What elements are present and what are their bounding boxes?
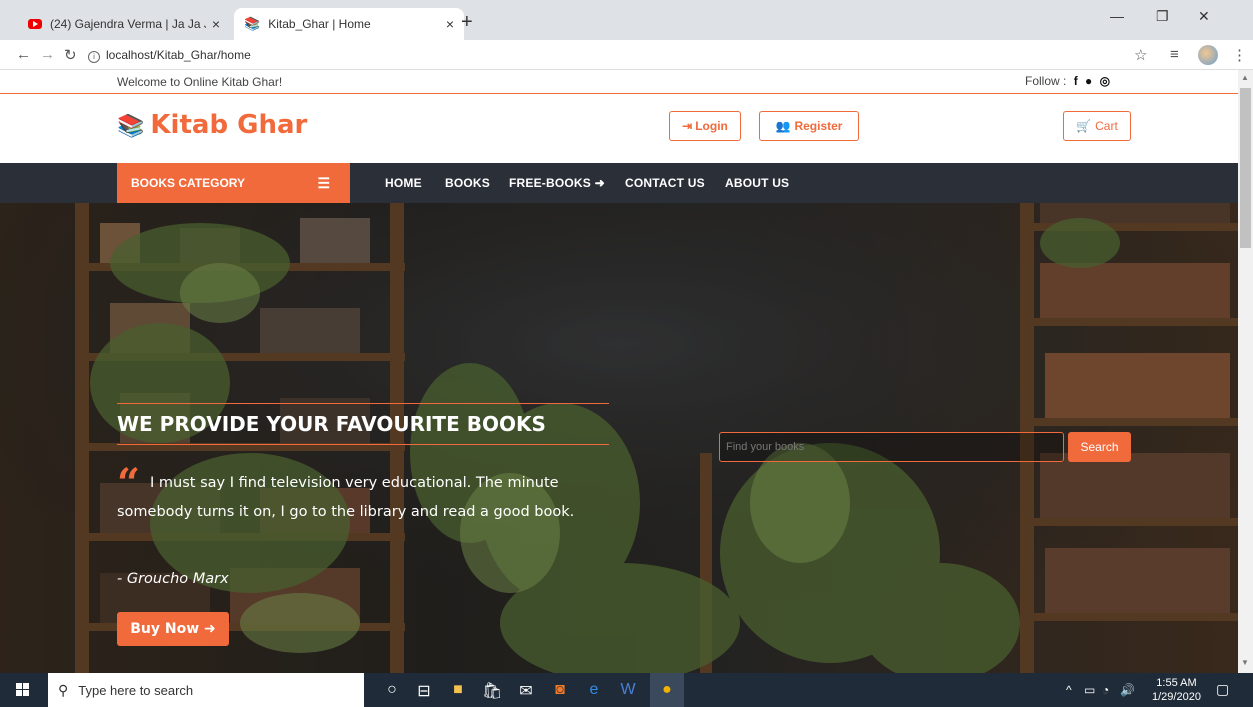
new-tab-button[interactable]: + xyxy=(461,12,473,32)
chrome-icon[interactable]: ● xyxy=(650,673,684,707)
web-page: Welcome to Online Kitab Ghar! Follow : f… xyxy=(0,70,1238,673)
register-label: Register xyxy=(794,119,843,133)
books-icon: 📚 xyxy=(117,114,145,139)
xampp-icon[interactable]: ◙ xyxy=(550,681,570,699)
book-search-input[interactable] xyxy=(719,432,1064,462)
taskbar-search-placeholder: Type here to search xyxy=(78,682,194,698)
screen: (24) Gajendra Verma | Ja Ja Ja | V × 📚 K… xyxy=(0,0,1253,707)
nav-about-us[interactable]: ABOUT US xyxy=(725,176,789,190)
minimize-icon[interactable]: — xyxy=(1110,8,1124,24)
address-bar: ← → ↻ i localhost/Kitab_Ghar/home ☆ ≡ ⋮ xyxy=(0,40,1253,70)
quote-block: “I must say I find television very educa… xyxy=(117,460,607,527)
cart-label: Cart xyxy=(1095,119,1118,133)
browser-tab-bar: (24) Gajendra Verma | Ja Ja Ja | V × 📚 K… xyxy=(0,0,1253,40)
list-icon: ☰ xyxy=(317,174,330,191)
buy-now-button[interactable]: Buy Now ➜ xyxy=(117,612,229,646)
logo-text: Kitab Ghar xyxy=(150,110,308,140)
nav-books[interactable]: BOOKS xyxy=(445,176,490,190)
main-navbar: BOOKS CATEGORY ☰ HOME BOOKS FREE-BOOKS ➜… xyxy=(0,163,1238,203)
instagram-icon[interactable]: ◎ xyxy=(1100,74,1110,88)
site-logo[interactable]: 📚 Kitab Ghar xyxy=(117,110,307,140)
arrow-circle-right-icon: ➜ xyxy=(204,621,216,637)
follow-section: Follow : f ● ◎ xyxy=(1025,74,1110,88)
nav-free-books-label: FREE-BOOKS xyxy=(509,176,592,190)
close-window-icon[interactable]: ✕ xyxy=(1198,8,1210,25)
bookmark-star-icon[interactable]: ☆ xyxy=(1134,46,1147,64)
cart-button[interactable]: 🛒 Cart xyxy=(1063,111,1131,141)
windows-taskbar: ⚲ Type here to search ○ ⊟ ■ 🛍 ✉ ◙ e W ● … xyxy=(0,673,1253,707)
word-icon[interactable]: W xyxy=(618,681,638,699)
tab-youtube[interactable]: (24) Gajendra Verma | Ja Ja Ja | V × xyxy=(18,8,230,40)
task-view-icon[interactable]: ⊟ xyxy=(414,681,434,701)
taskbar-search[interactable]: ⚲ Type here to search xyxy=(48,673,364,707)
file-explorer-icon[interactable]: ■ xyxy=(448,681,468,699)
tab-title: (24) Gajendra Verma | Ja Ja Ja | V xyxy=(50,17,206,31)
buy-now-label: Buy Now xyxy=(130,621,200,637)
search-button[interactable]: Search xyxy=(1068,432,1131,462)
youtube-icon xyxy=(28,19,42,29)
mail-icon[interactable]: ✉ xyxy=(516,681,536,701)
close-icon[interactable]: × xyxy=(446,16,454,32)
follow-label: Follow : xyxy=(1025,74,1067,88)
category-label: BOOKS CATEGORY xyxy=(131,176,246,190)
scroll-up-icon[interactable]: ▲ xyxy=(1241,73,1249,82)
cart-icon: 🛒 xyxy=(1076,119,1092,133)
clock-time: 1:55 AM xyxy=(1156,677,1197,689)
google-icon[interactable]: ● xyxy=(1085,74,1092,88)
notification-icon[interactable]: ▢ xyxy=(1216,681,1229,698)
wifi-icon[interactable]: ◔ xyxy=(1102,683,1109,697)
reading-list-icon[interactable]: ≡ xyxy=(1170,46,1179,63)
scrollbar-thumb[interactable] xyxy=(1240,88,1251,248)
register-button[interactable]: 👥 Register xyxy=(759,111,859,141)
tray-chevron-icon[interactable]: ^ xyxy=(1066,683,1072,697)
store-icon[interactable]: 🛍 xyxy=(482,681,502,701)
login-button[interactable]: ⇥ Login xyxy=(669,111,741,141)
menu-icon[interactable]: ⋮ xyxy=(1232,46,1247,64)
quote-text: I must say I find television very educat… xyxy=(117,475,575,520)
info-icon[interactable]: i xyxy=(88,51,100,63)
nav-free-books[interactable]: FREE-BOOKS ➜ xyxy=(509,176,605,190)
quote-author: - Groucho Marx xyxy=(117,571,229,587)
welcome-text: Welcome to Online Kitab Ghar! xyxy=(117,75,283,89)
reload-icon[interactable]: ↻ xyxy=(64,46,77,64)
scroll-down-icon[interactable]: ▼ xyxy=(1241,658,1249,667)
book-icon: 📚 xyxy=(244,16,261,31)
forward-icon[interactable]: → xyxy=(40,46,55,63)
nav-home[interactable]: HOME xyxy=(385,176,422,190)
search-icon: ⚲ xyxy=(58,681,69,698)
books-category-button[interactable]: BOOKS CATEGORY ☰ xyxy=(117,163,350,203)
edge-icon[interactable]: e xyxy=(584,681,604,699)
facebook-icon[interactable]: f xyxy=(1074,74,1078,88)
login-label: Login xyxy=(695,119,728,133)
tab-title: Kitab_Ghar | Home xyxy=(268,17,371,31)
system-clock[interactable]: 1:55 AM 1/29/2020 xyxy=(1152,676,1201,704)
volume-icon[interactable]: 🔊 xyxy=(1120,683,1135,697)
close-icon[interactable]: × xyxy=(212,16,220,32)
tab-kitab-ghar[interactable]: 📚 Kitab_Ghar | Home × xyxy=(234,8,464,40)
profile-avatar[interactable] xyxy=(1198,45,1218,65)
arrow-circle-right-icon: ➜ xyxy=(594,176,605,190)
site-header: 📚 Kitab Ghar ⇥ Login 👥 Register 🛒 Cart xyxy=(0,95,1238,163)
url-field[interactable]: i localhost/Kitab_Ghar/home xyxy=(88,48,251,63)
quote-left-icon: “ xyxy=(117,460,141,507)
restore-icon[interactable]: ❐ xyxy=(1156,8,1169,25)
hero-banner: WE PROVIDE YOUR FAVOURITE BOOKS “I must … xyxy=(0,203,1238,673)
user-plus-icon: 👥 xyxy=(775,119,791,133)
nav-contact-us[interactable]: CONTACT US xyxy=(625,176,705,190)
clock-date: 1/29/2020 xyxy=(1152,691,1201,703)
windows-start-icon[interactable] xyxy=(16,683,30,697)
sign-in-icon: ⇥ xyxy=(682,119,693,133)
hero-title: WE PROVIDE YOUR FAVOURITE BOOKS xyxy=(117,403,609,445)
top-strip: Welcome to Online Kitab Ghar! Follow : f… xyxy=(0,70,1238,94)
page-scrollbar[interactable]: ▲ ▼ xyxy=(1238,70,1253,673)
cortana-icon[interactable]: ○ xyxy=(382,681,402,699)
url-text: localhost/Kitab_Ghar/home xyxy=(106,48,251,62)
battery-icon[interactable]: ▭ xyxy=(1084,683,1095,697)
back-icon[interactable]: ← xyxy=(16,46,31,63)
